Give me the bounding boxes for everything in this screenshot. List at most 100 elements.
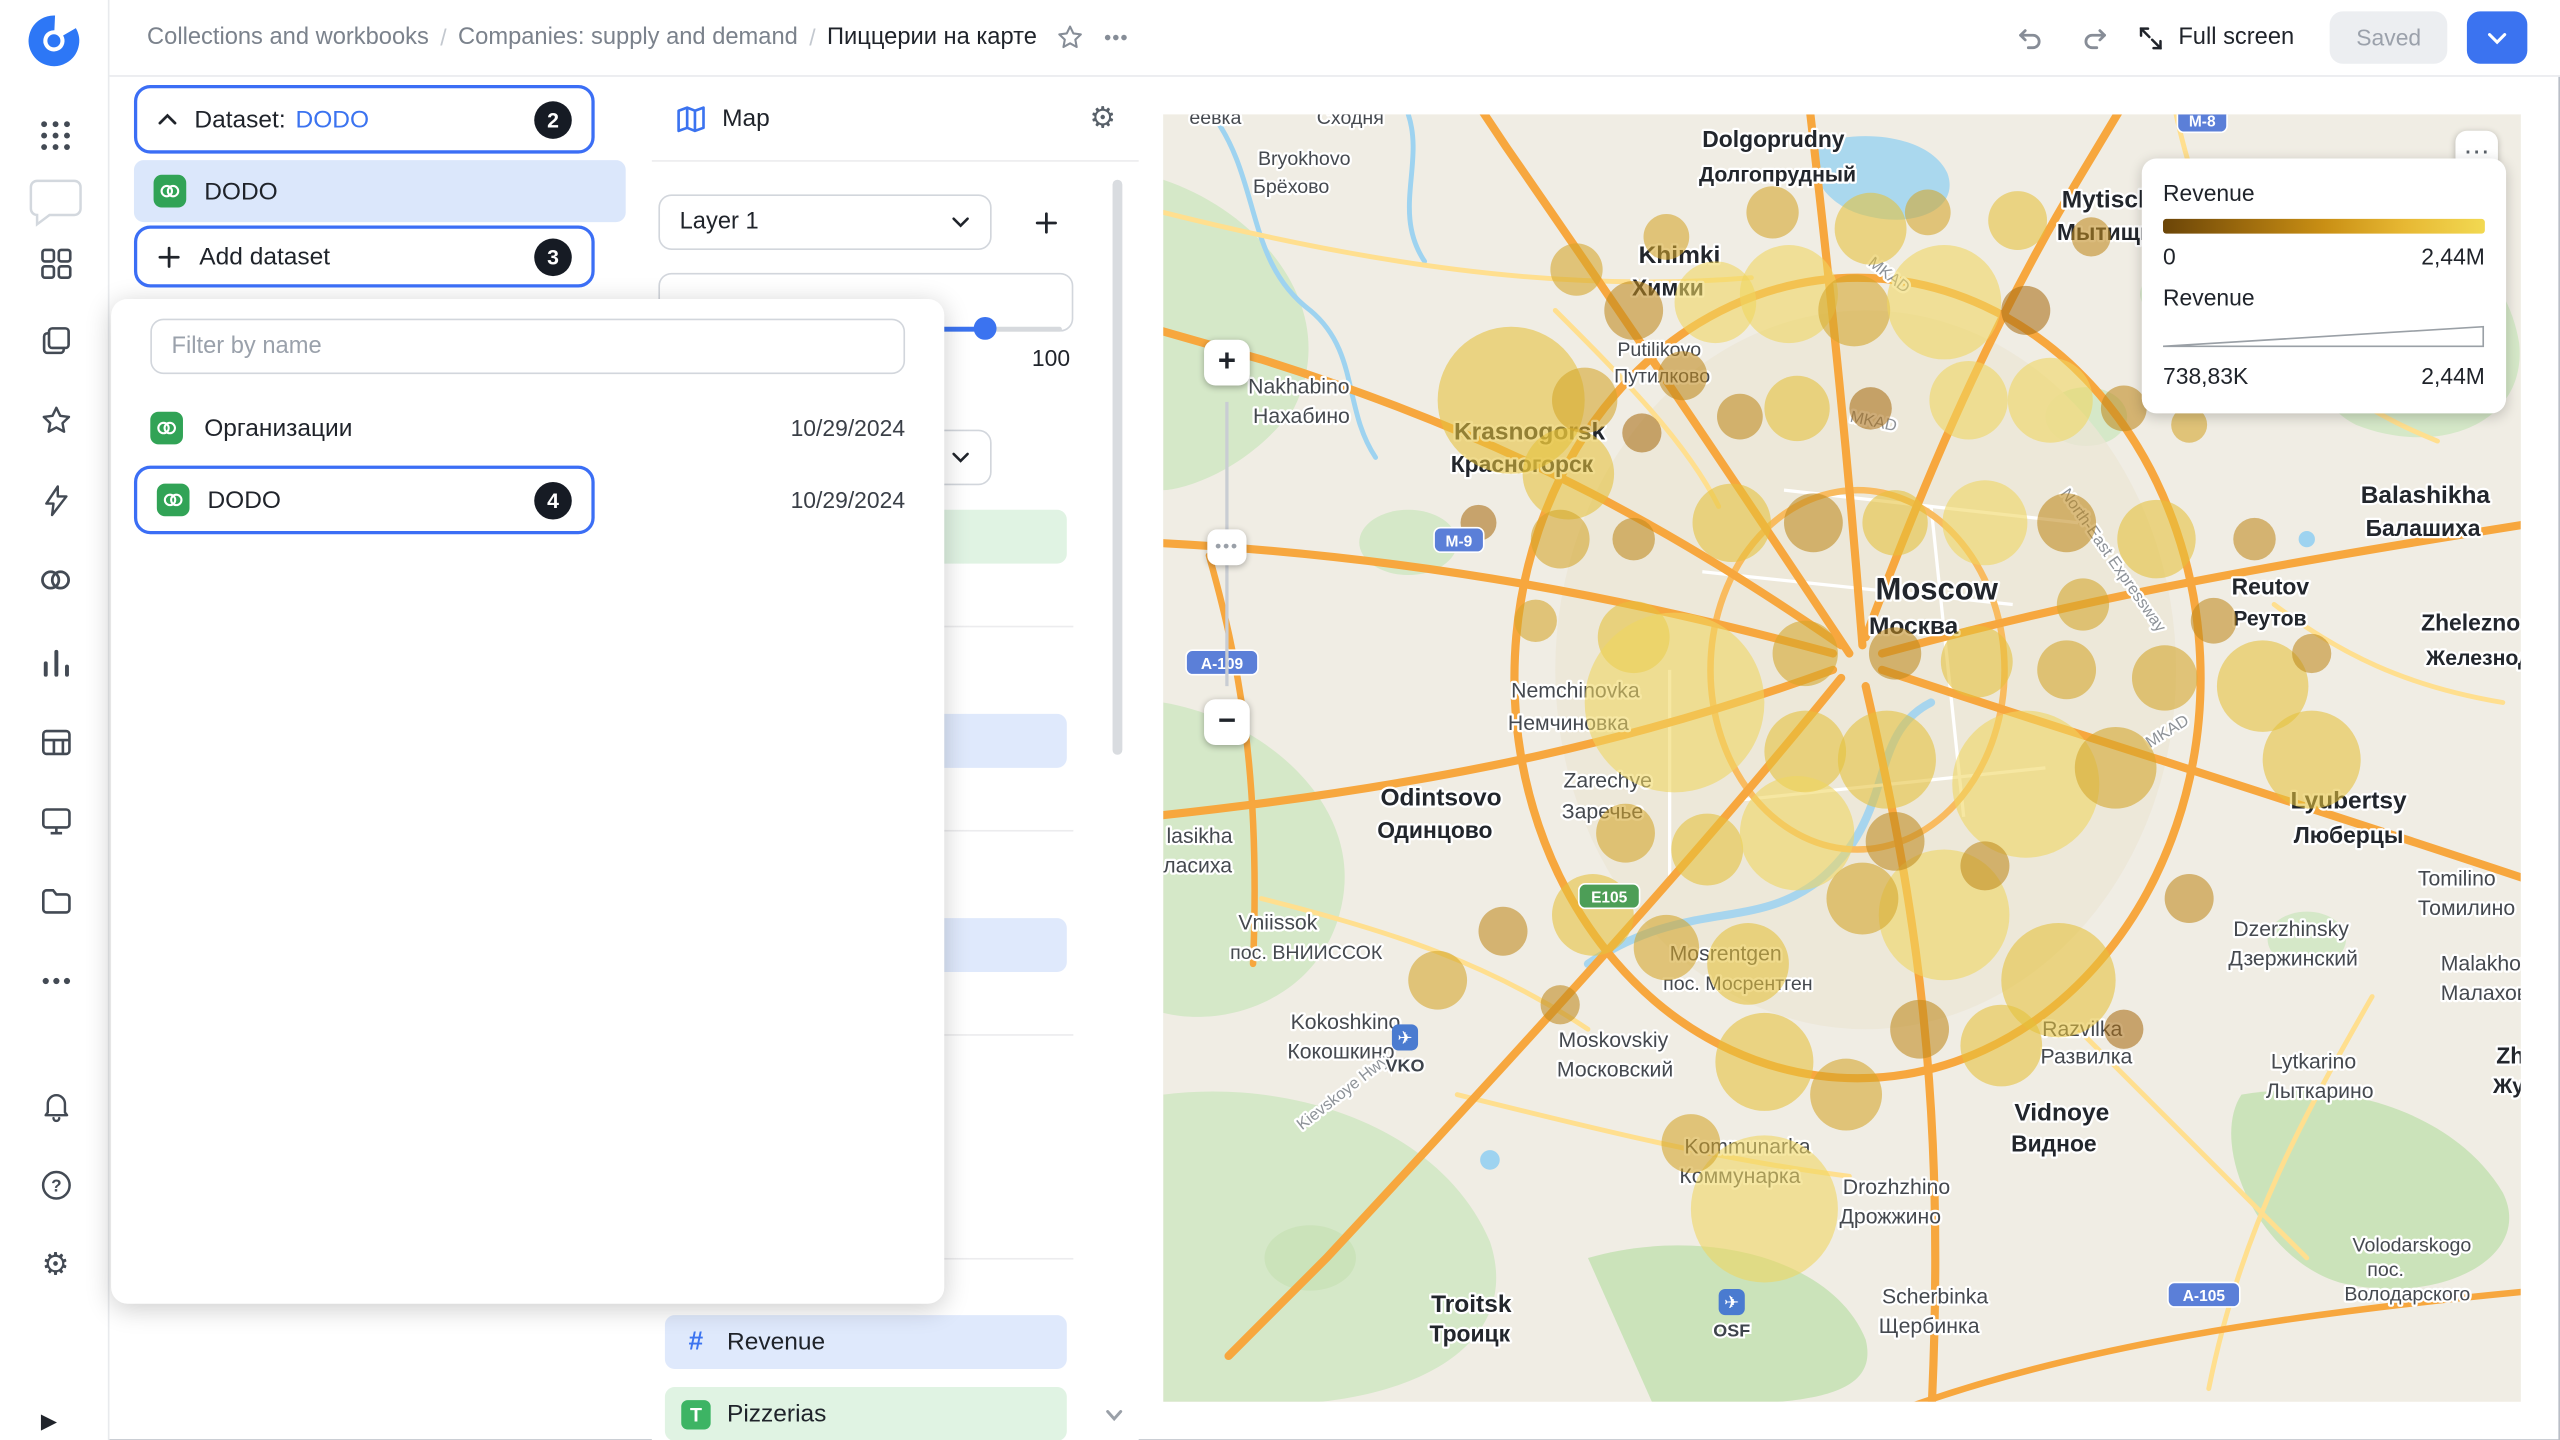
dataset-list-item-dodo[interactable]: DODO 4 [133, 465, 595, 535]
revenue-bubble[interactable] [2292, 633, 2332, 674]
revenue-bubble[interactable] [2100, 385, 2147, 432]
revenue-bubble[interactable] [2056, 578, 2110, 631]
revenue-bubble[interactable] [2007, 357, 2093, 443]
revenue-bubble[interactable] [1890, 999, 1950, 1059]
revenue-bubble[interactable] [1886, 245, 2002, 360]
revenue-bubble[interactable] [1865, 811, 1925, 871]
revenue-bubble[interactable] [1622, 413, 1662, 453]
zoom-out-button[interactable]: − [1204, 699, 1250, 745]
apps-grid-icon[interactable] [36, 116, 75, 155]
chart-settings-gear-icon[interactable]: ⚙ [1089, 101, 1115, 135]
revenue-bubble[interactable] [1960, 1004, 2043, 1087]
map-preview[interactable]: MytischiМытищиKhimkiХимкиKrasnogorskКрас… [1163, 114, 2521, 1402]
revenue-bubble[interactable] [2131, 645, 2198, 711]
revenue-bubble[interactable] [1478, 906, 1528, 956]
more-actions-icon[interactable] [1092, 15, 1138, 61]
tables-icon[interactable] [36, 722, 75, 761]
revenue-bubble[interactable] [1408, 950, 1468, 1010]
revenue-bubble[interactable] [1784, 493, 1843, 553]
revenue-bubble[interactable] [1596, 803, 1655, 863]
editor-scrollbar[interactable] [1112, 179, 1123, 755]
revenue-bubble[interactable] [1584, 612, 1765, 793]
notifications-bell-icon[interactable] [36, 1085, 75, 1124]
tooltip-field-pizzerias[interactable]: T Pizzerias [664, 1387, 1067, 1440]
breadcrumb-collections[interactable]: Collections and workbooks [147, 25, 429, 51]
revenue-bubble[interactable] [1746, 186, 1799, 239]
revenue-bubble[interactable] [2164, 874, 2214, 924]
revenue-bubble[interactable] [2001, 285, 2051, 335]
zoom-slider-handle[interactable]: ••• [1207, 529, 1247, 566]
save-dropdown-button[interactable] [2466, 11, 2528, 64]
revenue-bubble[interactable] [1530, 509, 1590, 569]
scroll-down-chevron-icon[interactable] [1103, 1403, 1126, 1434]
revenue-bubble[interactable] [1929, 361, 2008, 440]
selected-dataset-row[interactable]: DODO [133, 160, 626, 223]
favorites-icon[interactable] [36, 400, 75, 439]
help-icon[interactable]: ? [36, 1165, 75, 1204]
more-services-icon[interactable] [36, 961, 75, 1000]
slider-handle[interactable] [973, 316, 997, 340]
breadcrumb-workbook[interactable]: Companies: supply and demand [458, 25, 798, 51]
revenue-bubble[interactable] [1764, 375, 1830, 442]
revenue-bubble[interactable] [1837, 710, 1936, 809]
zoom-in-button[interactable]: + [1204, 339, 1250, 386]
revenue-bubble[interactable] [1604, 280, 1664, 340]
revenue-bubble[interactable] [1717, 393, 1763, 440]
revenue-bubble[interactable] [1692, 483, 1771, 562]
revenue-bubble[interactable] [1942, 480, 2028, 566]
revenue-bubble[interactable] [1849, 387, 1892, 430]
redo-icon[interactable] [2072, 15, 2118, 61]
revenue-bubble[interactable] [2233, 517, 2276, 561]
revenue-bubble[interactable] [1552, 367, 1618, 433]
revenue-bubble[interactable] [1633, 914, 1700, 981]
revenue-bubble[interactable] [2104, 1009, 2144, 1049]
revenue-bubble[interactable] [1661, 1114, 1721, 1173]
revenue-bubble[interactable] [1671, 813, 1744, 886]
dashboards-icon[interactable] [36, 243, 75, 282]
datalens-logo[interactable] [21, 13, 86, 69]
revenue-bubble[interactable] [1826, 862, 1899, 935]
revenue-bubble[interactable] [1988, 191, 2048, 250]
saved-button[interactable]: Saved [2330, 11, 2448, 64]
revenue-bubble[interactable] [1904, 189, 1951, 236]
revenue-bubble[interactable] [1522, 428, 1615, 520]
revenue-bubble[interactable] [1940, 625, 2013, 698]
layer-select[interactable]: Layer 1 [658, 194, 992, 250]
revenue-bubble[interactable] [1810, 1058, 1883, 1131]
revenue-bubble[interactable] [1658, 351, 1708, 401]
undo-icon[interactable] [2007, 15, 2053, 61]
revenue-bubble[interactable] [1514, 599, 1557, 643]
revenue-bubble[interactable] [1550, 243, 1603, 296]
revenue-bubble[interactable] [1540, 985, 1580, 1025]
dataset-filter-input[interactable] [150, 318, 906, 375]
revenue-bubble[interactable] [2262, 710, 2361, 809]
revenue-bubble[interactable] [2037, 493, 2097, 553]
dataset-header-button[interactable]: Dataset: DODO 2 [133, 84, 595, 154]
dataset-list-item[interactable]: Организации 10/29/2024 [111, 395, 944, 460]
settings-gear-icon[interactable]: ⚙ [36, 1245, 75, 1284]
revenue-bubble[interactable] [1772, 620, 1838, 687]
storage-icon[interactable] [36, 881, 75, 920]
add-layer-button[interactable] [1018, 194, 1074, 250]
revenue-bubble[interactable] [1707, 923, 1789, 1005]
datasets-icon[interactable] [36, 560, 75, 599]
revenue-bubble[interactable] [1868, 627, 1922, 680]
tooltip-field-revenue[interactable]: # Revenue [664, 1315, 1067, 1370]
connections-icon[interactable] [36, 480, 75, 519]
revenue-bubble[interactable] [2071, 217, 2111, 257]
revenue-bubble[interactable] [1952, 710, 2100, 858]
chat-bubble-icon[interactable] [23, 170, 88, 235]
full-screen-button[interactable]: Full screen [2137, 24, 2294, 52]
revenue-bubble[interactable] [1862, 490, 1928, 556]
add-dataset-button[interactable]: Add dataset 3 [133, 225, 595, 288]
collapse-sidebar-button[interactable]: ▶ [29, 1402, 68, 1440]
revenue-bubble[interactable] [2117, 499, 2196, 579]
revenue-bubble[interactable] [1834, 192, 1907, 265]
revenue-bubble[interactable] [2074, 726, 2157, 809]
collections-icon[interactable] [36, 320, 75, 359]
revenue-bubble[interactable] [1818, 274, 1891, 347]
revenue-bubble[interactable] [1715, 1012, 1814, 1111]
monitoring-icon[interactable] [36, 801, 75, 840]
charts-icon[interactable] [36, 642, 75, 681]
revenue-bubble[interactable] [1960, 841, 2010, 891]
